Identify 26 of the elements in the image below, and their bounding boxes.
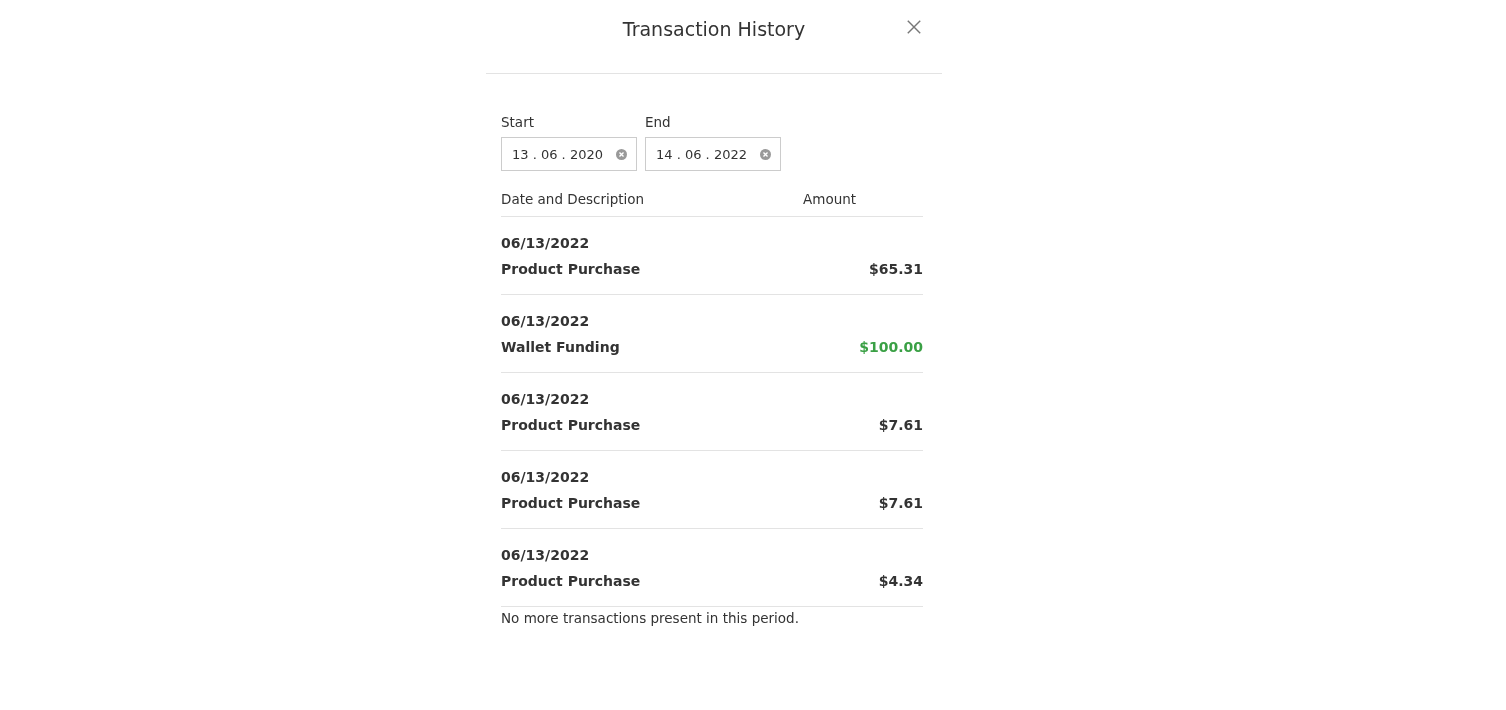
field-label: Start [501,114,535,130]
transaction-amount: $65.31 [868,261,923,277]
transaction-date: 06/13/2022 [501,547,591,563]
column-header: Date and Description [501,191,646,207]
transaction-amount: $100.00 [859,339,923,355]
transaction-description: Product Purchase [501,573,641,589]
transaction-amount: $4.34 [878,573,923,589]
close-icon[interactable] [906,19,922,35]
date-field[interactable]: 14 . 06 . 2022 [645,137,781,171]
transaction-description: Product Purchase [501,495,641,511]
transaction-date: 06/13/2022 [501,313,591,329]
transaction-amount: $7.61 [878,495,923,511]
field-label: End [645,114,672,130]
transaction-date: 06/13/2022 [501,235,591,251]
dialog-title: Transaction History [622,18,806,42]
date-field[interactable]: 13 . 06 . 2020 [501,137,637,171]
transaction-amount: $7.61 [878,417,923,433]
clear-icon[interactable] [760,148,771,160]
transaction-date: 06/13/2022 [501,469,591,485]
transaction-description: Product Purchase [501,261,641,277]
column-header: Amount [803,191,857,207]
transaction-description: Wallet Funding [501,339,620,355]
transaction-description: Product Purchase [501,417,641,433]
transaction-date: 06/13/2022 [501,391,591,407]
footer-note: No more transactions present in this period. [501,610,800,626]
clear-icon[interactable] [616,148,627,160]
